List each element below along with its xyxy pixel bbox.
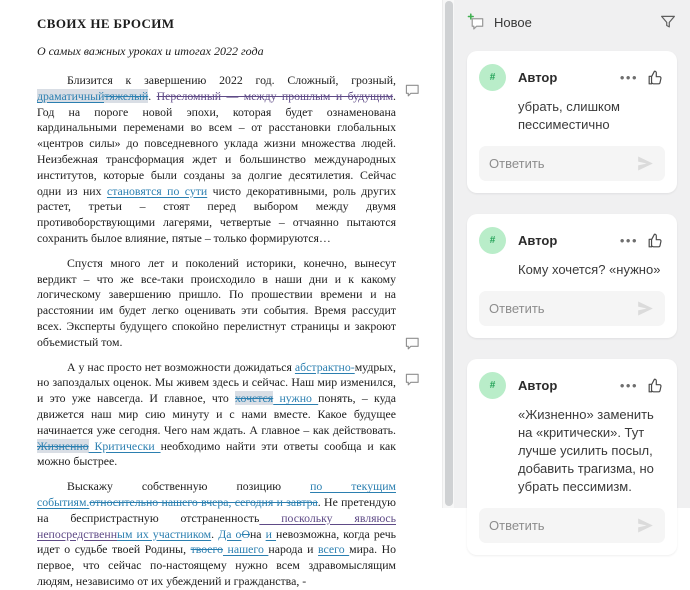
comment-card-header: # Автор •••: [479, 227, 665, 254]
reply-placeholder: Ответить: [489, 518, 545, 533]
hash-avatar-glyph: #: [490, 72, 496, 83]
comment-list: # Автор ••• убрать, слишком пессиместичн…: [467, 51, 677, 555]
comment-anchor-icon[interactable]: [404, 83, 421, 98]
doc-paragraph: А у нас просто нет возможности дожидатьс…: [37, 360, 396, 471]
text-run-n: .: [211, 527, 218, 541]
doc-paragraph: Выскажу собственную позицию по текущим с…: [37, 479, 396, 590]
comment-text: Кому хочется? «нужно»: [518, 261, 665, 279]
panel-header: Новое: [467, 10, 677, 34]
comment-card[interactable]: # Автор ••• Кому хочется? «нужно» Ответи…: [467, 214, 677, 338]
text-run-ins: абстрактно-: [295, 360, 355, 374]
text-run-n: .: [148, 89, 156, 103]
reply-input[interactable]: Ответить: [479, 146, 665, 181]
doc-body: Близится к завершению 2022 год. Сложный,…: [37, 73, 396, 590]
comment-text: «Жизненно» заменить на «критически». Тут…: [518, 406, 665, 496]
send-icon[interactable]: [636, 517, 655, 534]
comment-anchor-icon[interactable]: [404, 336, 421, 351]
text-run-del: О: [241, 527, 250, 541]
text-run-del: твоего: [191, 542, 223, 556]
reply-placeholder: Ответить: [489, 301, 545, 316]
new-comment-label: Новое: [494, 15, 532, 30]
text-run-ins: становятся по сути: [107, 184, 207, 198]
thumbs-up-icon[interactable]: [646, 376, 665, 395]
document-page[interactable]: СВОИХ НЕ БРОСИМ О самых важных уроках и …: [0, 0, 442, 508]
comment-card-header: # Автор •••: [479, 372, 665, 399]
text-run-del: Жизненно: [37, 439, 89, 453]
text-run-ins: нужно: [273, 391, 318, 405]
comment-author: Автор: [518, 233, 557, 248]
comments-panel: Новое # Автор ••• убрать, слишком пессим…: [454, 0, 690, 508]
doc-title: СВОИХ НЕ БРОСИМ: [37, 16, 396, 32]
avatar: #: [479, 64, 506, 91]
reply-input[interactable]: Ответить: [479, 291, 665, 326]
text-run-n: Спустя много лет и поколений историки, к…: [37, 256, 396, 349]
thumbs-up-icon[interactable]: [646, 68, 665, 87]
send-icon[interactable]: [636, 300, 655, 317]
thumbs-up-icon[interactable]: [646, 231, 665, 250]
reply-input[interactable]: Ответить: [479, 508, 665, 543]
hash-avatar-glyph: #: [490, 235, 496, 246]
hash-avatar-glyph: #: [490, 380, 496, 391]
filter-icon[interactable]: [659, 13, 677, 31]
vertical-scrollbar[interactable]: [442, 0, 454, 508]
comment-author: Автор: [518, 70, 557, 85]
new-comment-button[interactable]: Новое: [467, 13, 532, 32]
text-run-n: Выскажу собственную позицию: [67, 479, 310, 493]
send-icon[interactable]: [636, 155, 655, 172]
comment-card[interactable]: # Автор ••• «Жизненно» заменить на «крит…: [467, 359, 677, 555]
doc-paragraph: Близится к завершению 2022 год. Сложный,…: [37, 73, 396, 247]
doc-subtitle: О самых важных уроках и итогах 2022 года: [37, 44, 396, 59]
text-run-del: хочется: [235, 391, 273, 405]
comment-card-header: # Автор •••: [479, 64, 665, 91]
more-options-icon[interactable]: •••: [620, 234, 646, 247]
text-run-n: народа и: [268, 542, 318, 556]
text-run-del: тяжелый: [104, 89, 148, 103]
doc-paragraph: Спустя много лет и поколений историки, к…: [37, 256, 396, 351]
text-run-del: относительно нашего вчера, сегодня и зав…: [89, 495, 317, 509]
text-run-n: А у нас просто нет возможности дожидатьс…: [67, 360, 295, 374]
text-run-ins: ым их участником: [117, 527, 211, 541]
text-run-ins: Критически: [89, 439, 161, 453]
text-run-delp: Переломный — между прошлым и будущим: [157, 89, 393, 103]
avatar: #: [479, 227, 506, 254]
comment-card[interactable]: # Автор ••• убрать, слишком пессиместичн…: [467, 51, 677, 193]
more-options-icon[interactable]: •••: [620, 379, 646, 392]
more-options-icon[interactable]: •••: [620, 71, 646, 84]
comment-anchor-icon[interactable]: [404, 372, 421, 387]
avatar: #: [479, 372, 506, 399]
text-run-n: Близится к завершению 2022 год. Сложный,…: [67, 73, 396, 87]
new-comment-icon: [467, 13, 486, 32]
text-run-ins: нашего: [223, 542, 268, 556]
app-window: СВОИХ НЕ БРОСИМ О самых важных уроках и …: [0, 0, 690, 508]
text-run-ins: драматичный: [37, 89, 104, 103]
text-run-ins: всего: [318, 542, 349, 556]
text-run-ins: и: [266, 527, 276, 541]
reply-placeholder: Ответить: [489, 156, 545, 171]
comment-author: Автор: [518, 378, 557, 393]
text-run-n: . Год на пороге новой эпохи, которая буд…: [37, 89, 396, 198]
text-run-ins: Да о: [218, 527, 241, 541]
scrollbar-thumb[interactable]: [445, 1, 453, 506]
text-run-n: на: [250, 527, 266, 541]
comment-text: убрать, слишком пессиместично: [518, 98, 665, 134]
